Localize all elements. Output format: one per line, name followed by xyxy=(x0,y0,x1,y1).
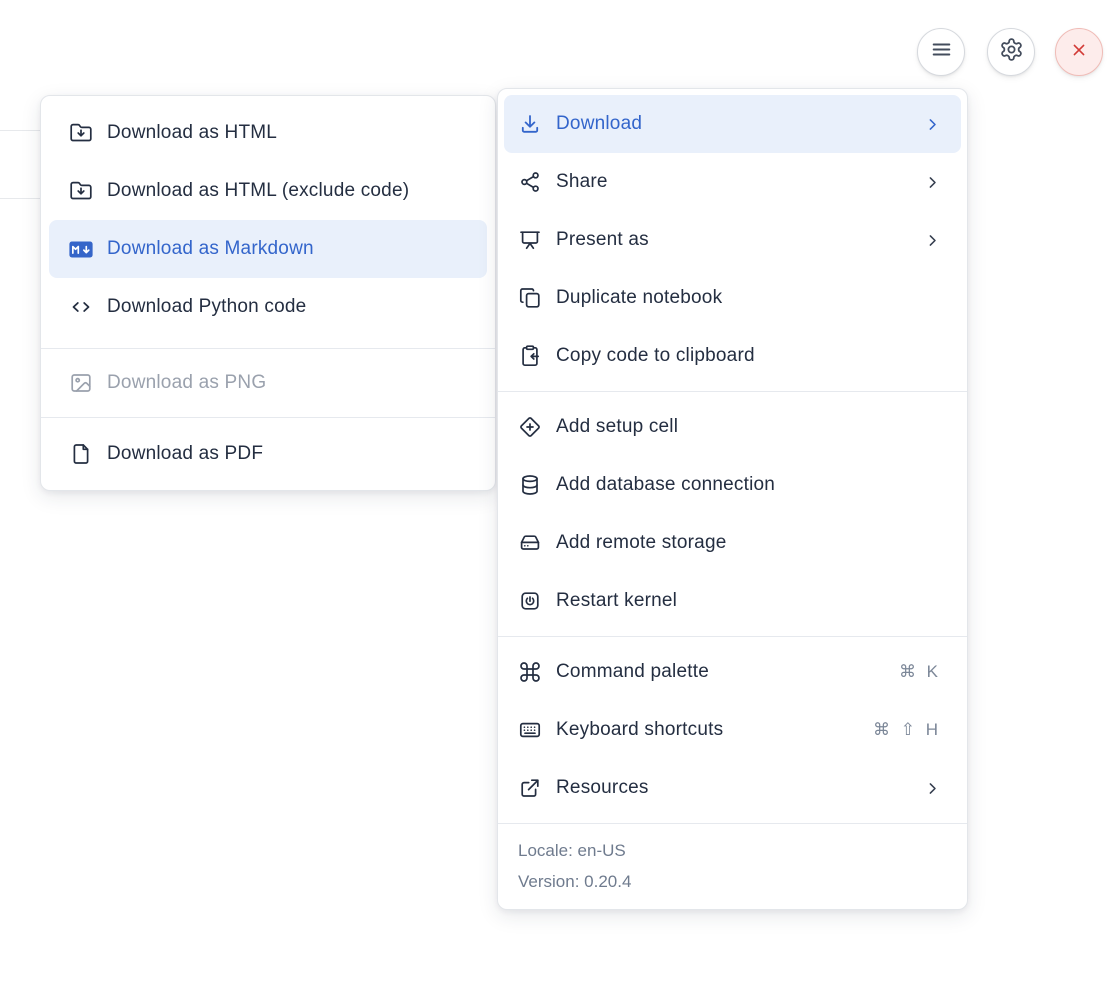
menu-item-duplicate-notebook[interactable]: Duplicate notebook xyxy=(504,269,961,327)
menu-item-label: Duplicate notebook xyxy=(556,287,941,309)
image-icon xyxy=(69,371,93,395)
gear-icon xyxy=(999,37,1024,67)
close-button[interactable] xyxy=(1055,28,1103,76)
menu-item-add-remote-storage[interactable]: Add remote storage xyxy=(504,514,961,572)
power-icon xyxy=(518,589,542,613)
shortcut-hint: ⌘ ⇧ H xyxy=(873,720,941,740)
file-icon xyxy=(69,442,93,466)
menu-item-add-setup-cell[interactable]: Add setup cell xyxy=(504,398,961,456)
submenu-item-download-python-code[interactable]: Download Python code xyxy=(49,278,487,336)
menu-item-label: Keyboard shortcuts xyxy=(556,719,859,741)
submenu-item-download-html[interactable]: Download as HTML xyxy=(49,104,487,162)
background-divider xyxy=(0,130,41,131)
version-text: Version: 0.20.4 xyxy=(518,866,947,897)
database-icon xyxy=(518,473,542,497)
shortcut-hint: ⌘ K xyxy=(899,662,941,682)
menu-item-label: Share xyxy=(556,171,910,193)
menu-item-restart-kernel[interactable]: Restart kernel xyxy=(504,572,961,630)
hard-drive-icon xyxy=(518,531,542,555)
settings-button[interactable] xyxy=(987,28,1035,76)
chevron-right-icon xyxy=(924,174,941,191)
submenu-item-download-markdown[interactable]: Download as Markdown xyxy=(49,220,487,278)
menu-item-label: Resources xyxy=(556,777,910,799)
external-link-icon xyxy=(518,776,542,800)
duplicate-icon xyxy=(518,286,542,310)
submenu-item-label: Download Python code xyxy=(107,296,471,318)
menu-item-command-palette[interactable]: Command palette ⌘ K xyxy=(504,643,961,701)
menu-item-label: Copy code to clipboard xyxy=(556,345,941,367)
submenu-item-label: Download as PDF xyxy=(107,443,471,465)
submenu-item-label: Download as PNG xyxy=(107,372,471,394)
locale-text: Locale: en-US xyxy=(518,835,947,866)
menu-item-label: Download xyxy=(556,113,910,135)
folder-download-icon xyxy=(69,179,93,203)
menu-item-add-database-connection[interactable]: Add database connection xyxy=(504,456,961,514)
folder-download-icon xyxy=(69,121,93,145)
menu-item-keyboard-shortcuts[interactable]: Keyboard shortcuts ⌘ ⇧ H xyxy=(504,701,961,759)
chevron-right-icon xyxy=(924,116,941,133)
submenu-item-download-html-exclude-code[interactable]: Download as HTML (exclude code) xyxy=(49,162,487,220)
close-icon xyxy=(1068,39,1090,66)
menu-item-label: Command palette xyxy=(556,661,885,683)
menu-item-present-as[interactable]: Present as xyxy=(504,211,961,269)
menu-item-label: Present as xyxy=(556,229,910,251)
diamond-plus-icon xyxy=(518,415,542,439)
chevron-right-icon xyxy=(924,780,941,797)
presentation-icon xyxy=(518,228,542,252)
submenu-item-label: Download as HTML (exclude code) xyxy=(107,180,471,202)
menu-item-share[interactable]: Share xyxy=(504,153,961,211)
menu-item-label: Add database connection xyxy=(556,474,941,496)
menu-footer: Locale: en-US Version: 0.20.4 xyxy=(498,824,967,909)
menu-item-download[interactable]: Download xyxy=(504,95,961,153)
background-divider xyxy=(0,198,41,199)
download-submenu: Download as HTML Download as HTML (exclu… xyxy=(40,95,496,491)
submenu-item-label: Download as HTML xyxy=(107,122,471,144)
markdown-icon xyxy=(69,237,93,261)
submenu-item-download-png[interactable]: Download as PNG xyxy=(49,354,487,412)
menu-item-label: Add remote storage xyxy=(556,532,941,554)
menu-item-resources[interactable]: Resources xyxy=(504,759,961,817)
command-icon xyxy=(518,660,542,684)
code-icon xyxy=(69,295,93,319)
hamburger-icon xyxy=(929,37,954,67)
submenu-item-download-pdf[interactable]: Download as PDF xyxy=(49,425,487,483)
notebook-menu: Download Share Present as xyxy=(497,88,968,910)
chevron-right-icon xyxy=(924,232,941,249)
download-icon xyxy=(518,112,542,136)
menu-item-copy-code[interactable]: Copy code to clipboard xyxy=(504,327,961,385)
menu-button[interactable] xyxy=(917,28,965,76)
keyboard-icon xyxy=(518,718,542,742)
share-icon xyxy=(518,170,542,194)
menu-item-label: Add setup cell xyxy=(556,416,941,438)
submenu-item-label: Download as Markdown xyxy=(107,238,471,260)
menu-item-label: Restart kernel xyxy=(556,590,941,612)
clipboard-copy-icon xyxy=(518,344,542,368)
